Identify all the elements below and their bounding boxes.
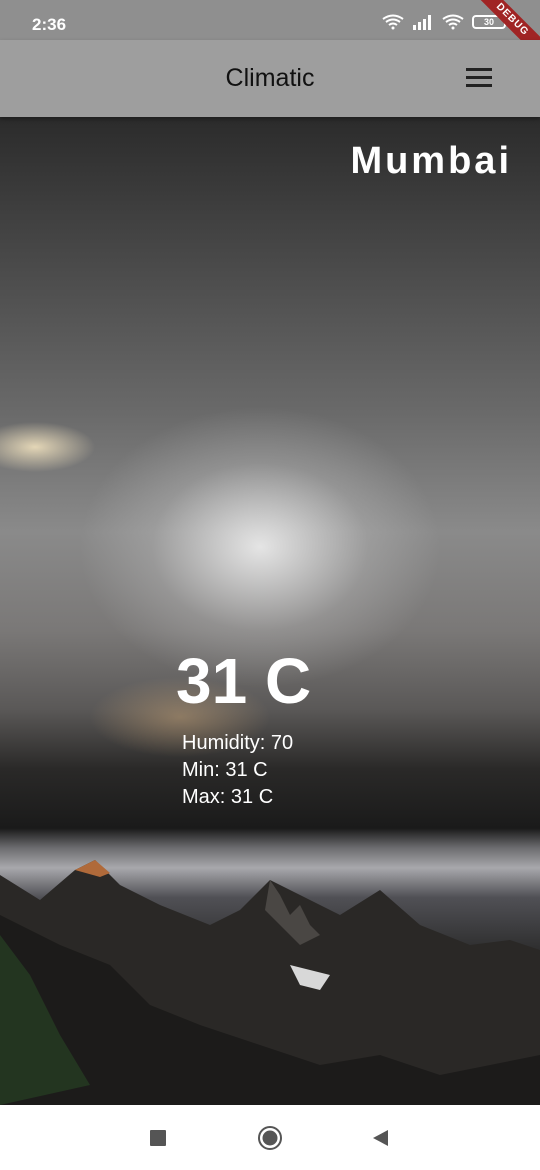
status-icons: 30	[382, 14, 508, 30]
cell-signal-icon	[413, 15, 431, 30]
wifi-signal-icon	[382, 14, 404, 30]
temperature: 31 C	[176, 645, 312, 717]
weather-background-image	[0, 117, 540, 1105]
recents-square-icon[interactable]	[145, 1125, 171, 1151]
home-circle-icon[interactable]	[257, 1125, 283, 1151]
max-temp-text: Max: 31 C	[182, 786, 274, 808]
app-title: Climatic	[225, 64, 315, 92]
wifi-icon	[442, 14, 464, 30]
humidity-text: Humidity: 70	[182, 732, 294, 754]
back-triangle-icon[interactable]	[368, 1125, 394, 1151]
city-name: Mumbai	[350, 140, 512, 182]
status-time: 2:36	[32, 15, 67, 34]
mountains-image	[0, 860, 540, 1105]
weather-details: Humidity: 70 Min: 31 C Max: 31 C	[182, 730, 293, 811]
min-temp-text: Min: 31 C	[182, 759, 268, 781]
app-bar: Climatic	[0, 40, 540, 117]
status-bar: 2:36 30 DEBUG	[0, 0, 540, 62]
battery-level: 30	[483, 17, 494, 27]
screen: 2:36 30 DEBUG Climatic Mumbai 31 C Humid…	[0, 0, 540, 1170]
hamburger-menu-icon[interactable]	[466, 68, 492, 88]
navigation-bar	[0, 1105, 540, 1170]
